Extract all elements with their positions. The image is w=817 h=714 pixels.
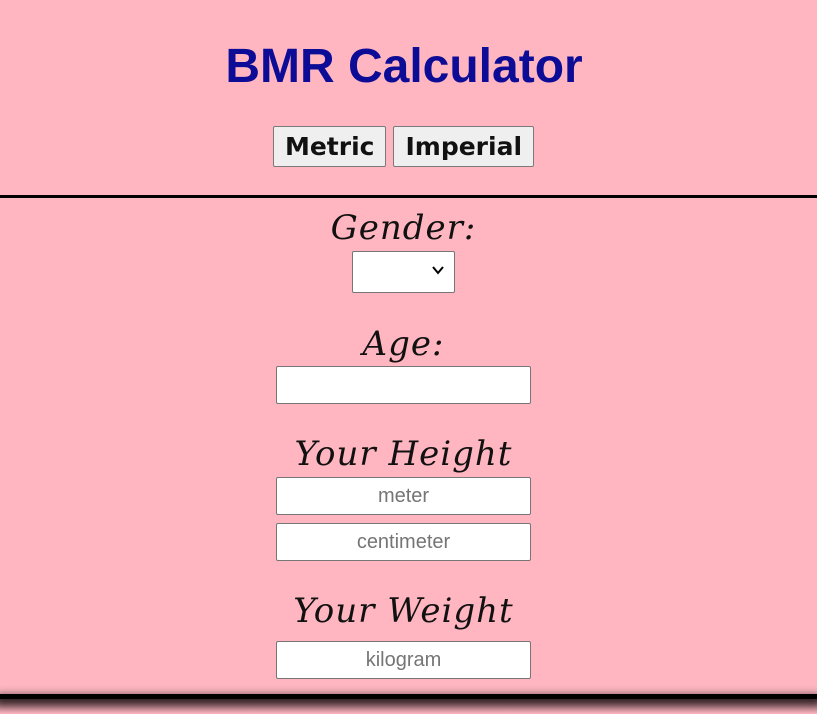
header-divider bbox=[0, 195, 817, 198]
age-label: Age: bbox=[362, 324, 445, 364]
weight-label: Your Weight bbox=[293, 591, 514, 631]
unit-toggle-group: Metric Imperial bbox=[0, 126, 807, 167]
height-centimeter-input[interactable] bbox=[276, 523, 531, 561]
metric-button[interactable]: Metric bbox=[272, 126, 387, 167]
weight-kilogram-input[interactable] bbox=[276, 641, 531, 679]
imperial-button[interactable]: Imperial bbox=[393, 126, 535, 167]
page-title: BMR Calculator bbox=[225, 40, 583, 93]
height-label: Your Height bbox=[294, 434, 513, 474]
height-meter-input[interactable] bbox=[276, 477, 531, 515]
gender-label: Gender: bbox=[330, 208, 477, 248]
bmr-calculator-page: BMR Calculator Metric Imperial Gender: A… bbox=[0, 0, 817, 714]
age-input[interactable] bbox=[276, 366, 531, 404]
chevron-down-icon bbox=[432, 266, 444, 275]
footer-shadow bbox=[0, 699, 817, 714]
gender-select[interactable] bbox=[352, 251, 455, 293]
footer-divider bbox=[0, 694, 817, 699]
